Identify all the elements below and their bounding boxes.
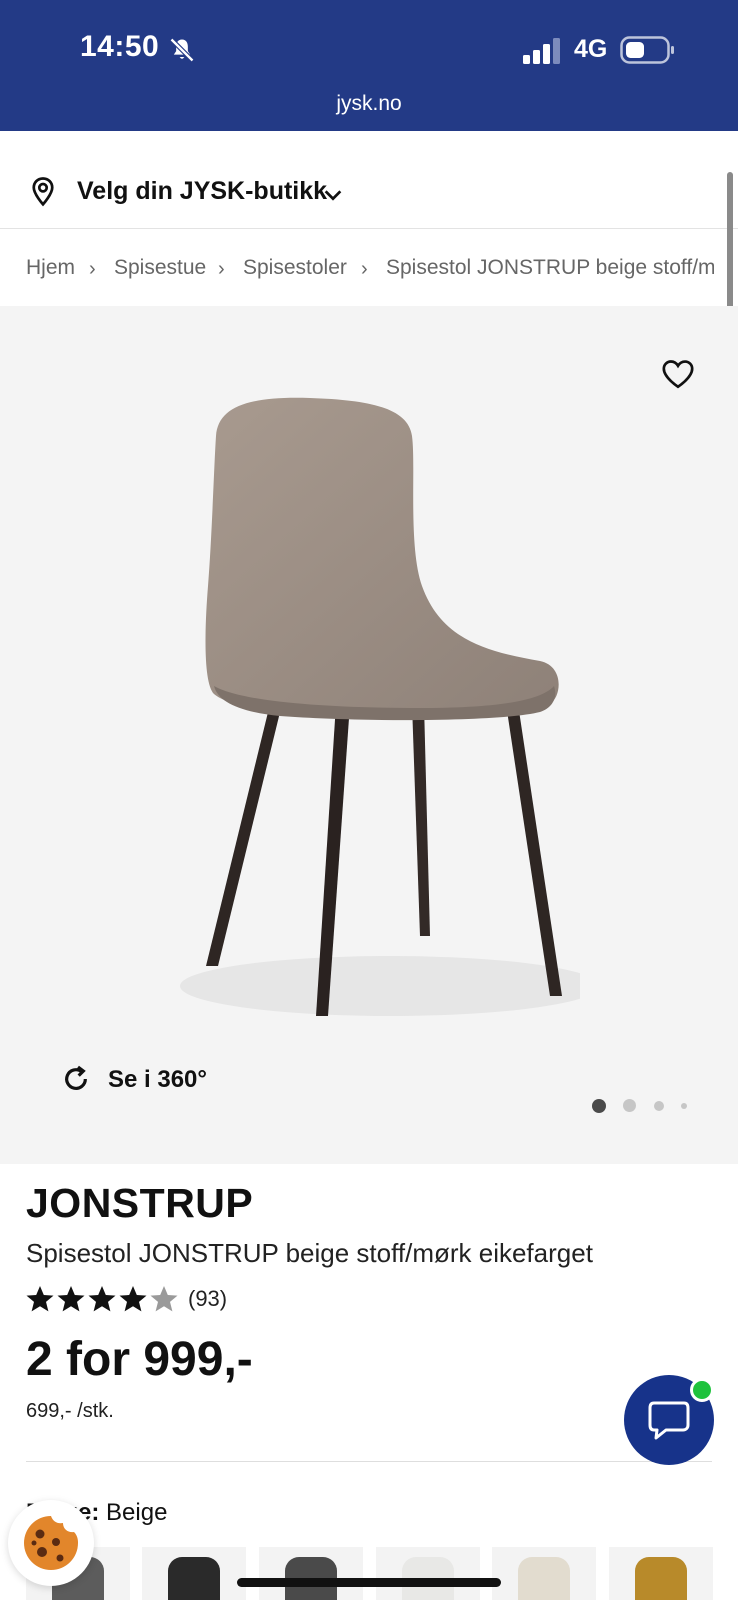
breadcrumb-item-current: Spisestol JONSTRUP beige stoff/mørk eike… xyxy=(386,256,714,279)
product-price: 2 for 999,- xyxy=(26,1333,253,1386)
chevron-right-icon: › xyxy=(218,258,225,280)
rating-stars-icon[interactable] xyxy=(26,1284,178,1314)
network-type: 4G xyxy=(574,35,608,63)
product-name: Spisestol JONSTRUP beige stoff/mørk eike… xyxy=(26,1238,593,1268)
divider xyxy=(26,1461,712,1462)
breadcrumb-item-home[interactable]: Hjem xyxy=(26,256,75,280)
bell-muted-icon xyxy=(169,37,195,63)
gallery-dot[interactable] xyxy=(623,1099,636,1112)
color-swatch[interactable] xyxy=(609,1547,713,1600)
signal-icon xyxy=(523,38,560,64)
rotate-360-icon[interactable] xyxy=(60,1063,92,1095)
chevron-right-icon: › xyxy=(89,258,96,280)
swatch-chair-shape xyxy=(518,1557,570,1600)
online-status-indicator xyxy=(690,1378,714,1402)
gallery-dot-active[interactable] xyxy=(592,1099,606,1113)
store-picker-label[interactable]: Velg din JYSK-butikk xyxy=(77,177,327,206)
swatch-chair-shape xyxy=(168,1557,220,1600)
breadcrumb-item-spisestue[interactable]: Spisestue xyxy=(114,256,206,280)
store-picker[interactable]: Velg din JYSK-butikk xyxy=(0,131,738,229)
status-time: 14:50 xyxy=(80,30,160,63)
view-360-button[interactable]: Se i 360° xyxy=(108,1066,207,1094)
gallery-dot[interactable] xyxy=(681,1103,687,1109)
browser-url[interactable]: jysk.no xyxy=(0,92,738,116)
color-value: Beige xyxy=(106,1499,168,1526)
breadcrumb: Hjem › Spisestue › Spisestoler › Spisest… xyxy=(0,230,714,306)
location-pin-icon xyxy=(32,177,54,207)
color-swatch[interactable] xyxy=(492,1547,596,1600)
product-image-chair xyxy=(180,397,580,1016)
home-indicator xyxy=(237,1578,501,1587)
battery-icon xyxy=(620,36,674,64)
gallery-dot[interactable] xyxy=(654,1101,664,1111)
product-brand: JONSTRUP xyxy=(26,1180,254,1226)
chevron-right-icon: › xyxy=(361,258,368,280)
cookie-settings-button[interactable] xyxy=(8,1500,94,1586)
unit-price: 699,- /stk. xyxy=(26,1400,114,1422)
product-gallery[interactable]: Se i 360° xyxy=(0,306,738,1164)
color-swatch[interactable] xyxy=(376,1547,480,1600)
swatch-chair-shape xyxy=(635,1557,687,1600)
heart-icon[interactable] xyxy=(661,358,695,390)
chat-bubble-icon xyxy=(648,1401,690,1440)
breadcrumb-item-spisestoler[interactable]: Spisestoler xyxy=(243,256,347,280)
color-swatch[interactable] xyxy=(259,1547,363,1600)
chevron-down-icon xyxy=(324,190,342,201)
cookie-icon xyxy=(24,1516,78,1570)
status-bar: 14:50 4G jysk.no xyxy=(0,0,738,131)
color-swatch[interactable] xyxy=(142,1547,246,1600)
review-count[interactable]: (93) xyxy=(188,1286,227,1312)
